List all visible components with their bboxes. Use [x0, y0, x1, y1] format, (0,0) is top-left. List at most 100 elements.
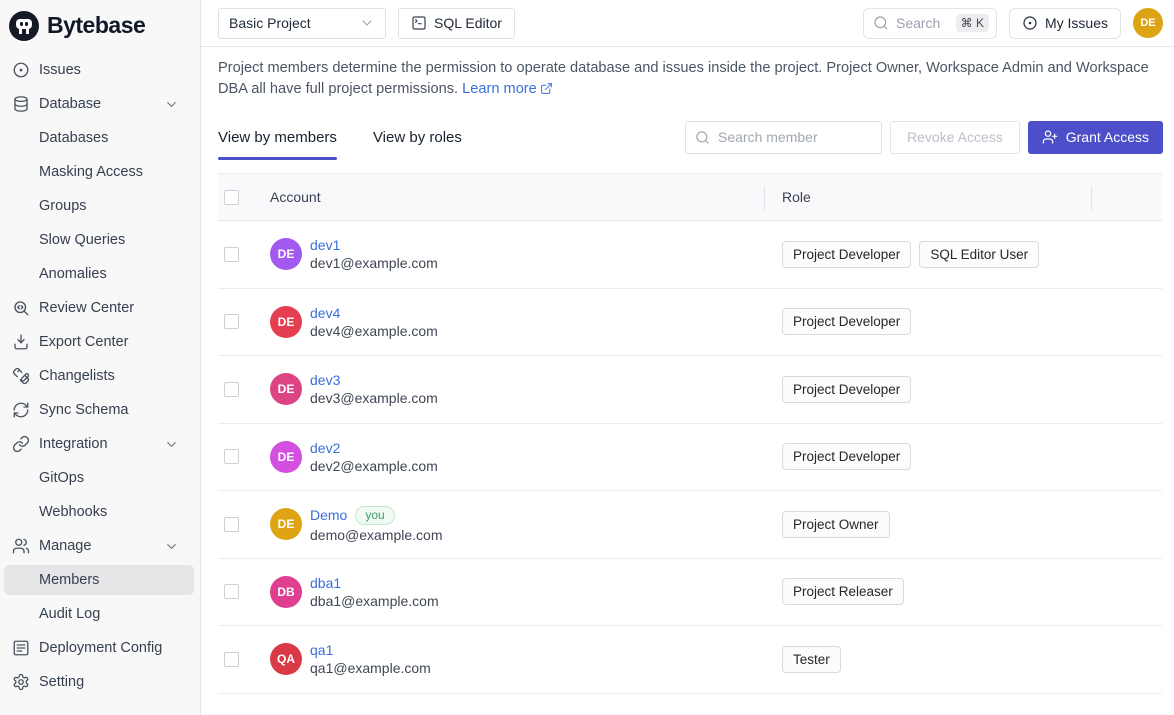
row-checkbox[interactable]: [224, 382, 239, 397]
tab-view-by-roles[interactable]: View by roles: [373, 114, 462, 160]
sidebar-item-audit-log[interactable]: Audit Log: [4, 599, 194, 629]
my-issues-label: My Issues: [1045, 15, 1108, 31]
sidebar-item-issues[interactable]: Issues: [4, 55, 194, 85]
tab-view-by-members[interactable]: View by members: [218, 114, 337, 160]
sidebar-item-label: Deployment Config: [39, 640, 162, 656]
sidebar-item-review-center[interactable]: Review Center: [4, 293, 194, 323]
sidebar-nav: Issues Database Databases Masking Access Gro…: [0, 42, 200, 697]
you-badge: you: [355, 506, 394, 525]
role-badge: Project Releaser: [782, 578, 904, 605]
manage-icon: [12, 537, 30, 555]
revoke-access-button[interactable]: Revoke Access: [890, 121, 1020, 154]
row-checkbox[interactable]: [224, 652, 239, 667]
table-row: DE dev2 dev2@example.com Project Develop…: [218, 424, 1162, 492]
sidebar-item-label: GitOps: [39, 470, 84, 486]
select-all-checkbox[interactable]: [224, 190, 239, 205]
sidebar-item-label: Anomalies: [39, 266, 107, 282]
chevron-down-icon: [359, 15, 375, 31]
export-icon: [12, 333, 30, 351]
sidebar-item-changelists[interactable]: Changelists: [4, 361, 194, 391]
sidebar-item-masking-access[interactable]: Masking Access: [4, 157, 194, 187]
external-link-icon: [540, 82, 553, 95]
sidebar-item-members[interactable]: Members: [4, 565, 194, 595]
table-row: DE dev1 dev1@example.com Project Develop…: [218, 221, 1162, 289]
search-shortcut-badge: ⌘ K: [956, 14, 989, 32]
sidebar-item-integration[interactable]: Integration: [4, 429, 194, 459]
member-roles: Tester: [764, 646, 1082, 673]
sidebar-item-label: Changelists: [39, 368, 115, 384]
sql-editor-button[interactable]: SQL Editor: [398, 8, 515, 39]
sidebar-item-databases[interactable]: Databases: [4, 123, 194, 153]
global-search-button[interactable]: Search ⌘ K: [863, 8, 997, 39]
members-description: Project members determine the permission…: [218, 58, 1163, 100]
view-tabs: View by members View by roles: [218, 114, 462, 160]
row-checkbox[interactable]: [224, 584, 239, 599]
member-email: dba1@example.com: [310, 593, 439, 609]
grant-access-button[interactable]: Grant Access: [1028, 121, 1163, 154]
bytebase-logo-icon: [9, 11, 39, 41]
row-checkbox[interactable]: [224, 314, 239, 329]
role-badge: Project Developer: [782, 443, 911, 470]
logo-text: Bytebase: [47, 12, 145, 39]
row-checkbox[interactable]: [224, 247, 239, 262]
member-name-link[interactable]: dev1: [310, 237, 340, 253]
sidebar-item-label: Manage: [39, 538, 91, 554]
table-row: QA qa1 qa1@example.com Tester: [218, 626, 1162, 694]
setting-icon: [12, 673, 30, 691]
member-email: demo@example.com: [310, 527, 443, 543]
sidebar-item-groups[interactable]: Groups: [4, 191, 194, 221]
sidebar-item-label: Masking Access: [39, 164, 143, 180]
member-name-link[interactable]: dba1: [310, 575, 341, 591]
member-roles: Project DeveloperSQL Editor User: [764, 241, 1082, 268]
sidebar-item-export-center[interactable]: Export Center: [4, 327, 194, 357]
sidebar-item-gitops[interactable]: GitOps: [4, 463, 194, 493]
sidebar-item-anomalies[interactable]: Anomalies: [4, 259, 194, 289]
database-icon: [12, 95, 30, 113]
deploy-icon: [12, 639, 30, 657]
issues-icon: [12, 61, 30, 79]
sidebar-item-label: Webhooks: [39, 504, 107, 520]
member-name-link[interactable]: dev3: [310, 372, 340, 388]
member-email: dev1@example.com: [310, 255, 438, 271]
sidebar-item-manage[interactable]: Manage: [4, 531, 194, 561]
user-avatar[interactable]: DE: [1133, 8, 1163, 38]
sidebar-item-database[interactable]: Database: [4, 89, 194, 119]
member-name-link[interactable]: dev2: [310, 440, 340, 456]
search-label: Search: [896, 15, 940, 31]
my-issues-button[interactable]: My Issues: [1009, 8, 1121, 39]
member-name-link[interactable]: qa1: [310, 642, 333, 658]
sidebar-item-label: Members: [39, 572, 99, 588]
member-email: dev3@example.com: [310, 390, 438, 406]
sidebar-item-sync-schema[interactable]: Sync Schema: [4, 395, 194, 425]
integration-icon: [12, 435, 30, 453]
circle-dot-icon: [1022, 15, 1038, 31]
project-select-value: Basic Project: [229, 15, 311, 31]
sidebar-item-slow-queries[interactable]: Slow Queries: [4, 225, 194, 255]
member-roles: Project Owner: [764, 511, 1082, 538]
sidebar-item-deployment-config[interactable]: Deployment Config: [4, 633, 194, 663]
sidebar-item-label: Groups: [39, 198, 87, 214]
member-search-input[interactable]: [716, 128, 872, 146]
chevron-down-icon: [164, 97, 179, 112]
project-select[interactable]: Basic Project: [218, 8, 386, 39]
row-checkbox[interactable]: [224, 517, 239, 532]
avatar: DE: [270, 508, 302, 540]
search-icon: [695, 130, 710, 145]
sidebar-item-label: Review Center: [39, 300, 134, 316]
table-row: DE dev3 dev3@example.com Project Develop…: [218, 356, 1162, 424]
avatar: DE: [270, 306, 302, 338]
members-table: Account Role DE dev1 dev1@example.com Pr…: [218, 173, 1162, 694]
bytebase-app: Bytebase Issues Database Databases Masking …: [0, 0, 1174, 715]
member-name-link[interactable]: dev4: [310, 305, 340, 321]
member-roles: Project Developer: [764, 376, 1082, 403]
topbar: Basic Project SQL Editor Search ⌘ K My I…: [201, 0, 1174, 47]
sidebar-item-label: Setting: [39, 674, 84, 690]
member-name-link[interactable]: Demo: [310, 507, 347, 523]
column-role: Role: [764, 189, 1082, 205]
learn-more-link[interactable]: Learn more: [462, 81, 537, 97]
row-checkbox[interactable]: [224, 449, 239, 464]
logo[interactable]: Bytebase: [0, 0, 200, 42]
sidebar-item-setting[interactable]: Setting: [4, 667, 194, 697]
role-badge: Project Developer: [782, 308, 911, 335]
sidebar-item-webhooks[interactable]: Webhooks: [4, 497, 194, 527]
